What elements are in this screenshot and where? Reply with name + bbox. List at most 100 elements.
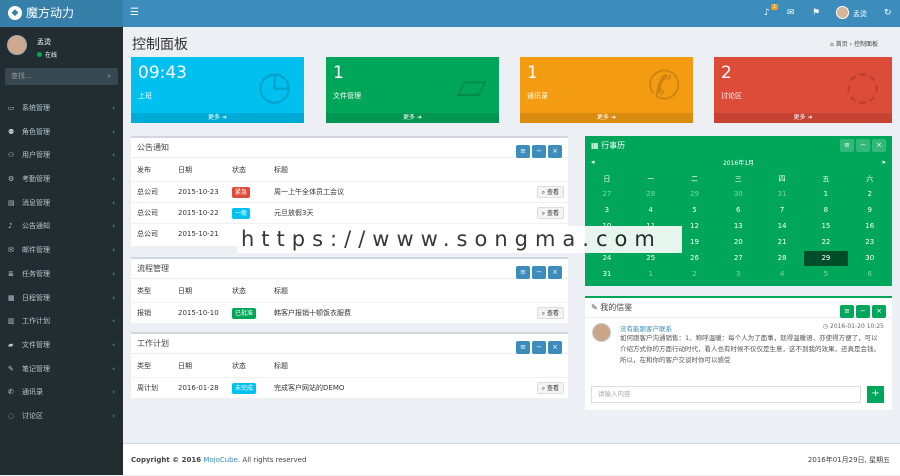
close-icon[interactable]: × (548, 341, 562, 354)
sidebar-item[interactable]: ✎ 笔记管理 ‹ (0, 358, 123, 382)
calendar-day[interactable]: 2 (848, 187, 892, 202)
calendar-day[interactable]: 25 (629, 251, 673, 266)
calendar-day[interactable]: 6 (716, 203, 760, 218)
calendar-day[interactable]: 22 (804, 235, 848, 250)
collapse-icon[interactable]: − (532, 145, 546, 158)
close-icon[interactable]: × (872, 305, 886, 318)
breadcrumb-home[interactable]: 首页 (836, 41, 848, 48)
bell-icon[interactable]: ♪ (764, 8, 770, 18)
calendar-day[interactable]: 29 (673, 187, 717, 202)
more-label[interactable]: 更多 (794, 114, 806, 121)
calendar-day[interactable]: 30 (716, 187, 760, 202)
chat-sender[interactable]: 没有能跟客户联系 (620, 323, 672, 333)
calendar-icon: ▦ (8, 293, 15, 302)
laptop-icon: ▭ (8, 104, 15, 112)
sidebar-item[interactable]: ♪ 公告通知 ‹ (0, 215, 123, 239)
calendar-day[interactable]: 23 (848, 235, 892, 250)
more-label[interactable]: 更多 (208, 114, 220, 121)
view-button[interactable]: ⌕ 查看 (536, 186, 564, 198)
sidebar-item[interactable]: ▭ 系统管理 ‹ (0, 97, 123, 121)
view-label[interactable]: 查看 (547, 189, 559, 196)
collapse-icon[interactable]: − (532, 341, 546, 354)
calendar-day[interactable]: 15 (804, 219, 848, 234)
view-button[interactable]: ⌕ 查看 (536, 382, 564, 394)
more-link[interactable]: 更多 ➜ (131, 113, 304, 123)
calendar-day[interactable]: 3 (716, 267, 760, 282)
view-label[interactable]: 查看 (547, 310, 559, 317)
calendar-day[interactable]: 3 (585, 203, 629, 218)
calendar-day[interactable]: 5 (673, 203, 717, 218)
list-icon[interactable]: ≡ (840, 305, 854, 318)
more-link[interactable]: 更多 ➜ (714, 113, 892, 123)
calendar-day[interactable]: 2 (673, 267, 717, 282)
calendar-day[interactable]: 16 (848, 219, 892, 234)
search-icon[interactable]: ⌕ (107, 68, 111, 85)
view-button[interactable]: ⌕ 查看 (536, 207, 564, 219)
calendar-day[interactable]: 28 (760, 251, 804, 266)
list-icon[interactable]: ≡ (516, 341, 530, 354)
top-avatar[interactable] (836, 6, 849, 19)
calendar-day[interactable]: 31 (585, 267, 629, 282)
calendar-day[interactable]: 20 (716, 235, 760, 250)
collapse-icon[interactable]: − (856, 305, 870, 318)
calendar-day[interactable]: 5 (804, 267, 848, 282)
calendar-day[interactable]: 8 (804, 203, 848, 218)
collapse-icon[interactable]: − (532, 266, 546, 279)
calendar-day[interactable]: 27 (716, 251, 760, 266)
calendar-day[interactable]: 30 (848, 251, 892, 266)
envelope-icon[interactable]: ✉ (787, 8, 795, 18)
sidebar-item[interactable]: ⚙ 考勤管理 ‹ (0, 168, 123, 192)
company-link[interactable]: MojoCube. (203, 456, 240, 464)
more-link[interactable]: 更多 ➜ (520, 113, 693, 123)
sidebar-item[interactable]: ▰ 文件管理 ‹ (0, 334, 123, 358)
sidebar-item[interactable]: ▤ 消息管理 ‹ (0, 192, 123, 216)
logout-icon[interactable]: ↻ (884, 8, 892, 18)
calendar-day[interactable]: 31 (760, 187, 804, 202)
calendar-day[interactable]: 29 (804, 251, 848, 266)
sidebar-item[interactable]: ✉ 邮件管理 ‹ (0, 239, 123, 263)
calendar-day[interactable]: 7 (760, 203, 804, 218)
flag-icon[interactable]: ⚑ (812, 8, 820, 18)
calendar-day[interactable]: 6 (848, 267, 892, 282)
more-label[interactable]: 更多 (597, 114, 609, 121)
calendar-day[interactable]: 21 (760, 235, 804, 250)
calendar-day[interactable]: 27 (585, 187, 629, 202)
sidebar-item[interactable]: ⚇ 用户管理 ‹ (0, 144, 123, 168)
close-icon[interactable]: × (548, 266, 562, 279)
sidebar-item[interactable]: ◌ 讨论区 ‹ (0, 405, 123, 429)
close-icon[interactable]: × (872, 139, 886, 152)
sidebar-item[interactable]: ≣ 任务管理 ‹ (0, 263, 123, 287)
top-username[interactable]: 孟烫 (853, 9, 867, 19)
sidebar-search-input[interactable]: 查找... ⌕ (5, 68, 118, 85)
list-icon[interactable]: ≡ (516, 266, 530, 279)
view-label[interactable]: 查看 (547, 210, 559, 217)
sidebar-toggle-icon[interactable]: ☰ (130, 7, 139, 18)
calendar-day[interactable]: 1 (629, 267, 673, 282)
sidebar-item[interactable]: ▦ 日程管理 ‹ (0, 287, 123, 311)
chat-input[interactable]: 请输入内容 (591, 386, 861, 403)
next-month-icon[interactable]: ▸ (882, 158, 886, 166)
close-icon[interactable]: × (548, 145, 562, 158)
sidebar-item[interactable]: ▥ 工作计划 ‹ (0, 310, 123, 334)
calendar-day[interactable]: 1 (804, 187, 848, 202)
calendar-day[interactable]: 4 (629, 203, 673, 218)
more-link[interactable]: 更多 ➜ (326, 113, 499, 123)
brand-logo[interactable]: ◆ 魔方动力 (0, 0, 123, 27)
sidebar-user-status: 在线 (37, 50, 57, 59)
sidebar-item[interactable]: ✆ 通讯录 ‹ (0, 381, 123, 405)
list-icon[interactable]: ≡ (516, 145, 530, 158)
view-label[interactable]: 查看 (547, 385, 559, 392)
calendar-day[interactable]: 26 (673, 251, 717, 266)
calendar-day[interactable]: 14 (760, 219, 804, 234)
calendar-day[interactable]: 28 (629, 187, 673, 202)
list-icon[interactable]: ≡ (840, 139, 854, 152)
calendar-day[interactable]: 9 (848, 203, 892, 218)
more-label[interactable]: 更多 (403, 114, 415, 121)
collapse-icon[interactable]: − (856, 139, 870, 152)
calendar-day[interactable]: 4 (760, 267, 804, 282)
sidebar-item[interactable]: ⚉ 角色管理 ‹ (0, 121, 123, 145)
calendar-day[interactable]: 24 (585, 251, 629, 266)
calendar-day[interactable]: 13 (716, 219, 760, 234)
view-button[interactable]: ⌕ 查看 (536, 307, 564, 319)
send-button[interactable]: + (867, 386, 884, 403)
